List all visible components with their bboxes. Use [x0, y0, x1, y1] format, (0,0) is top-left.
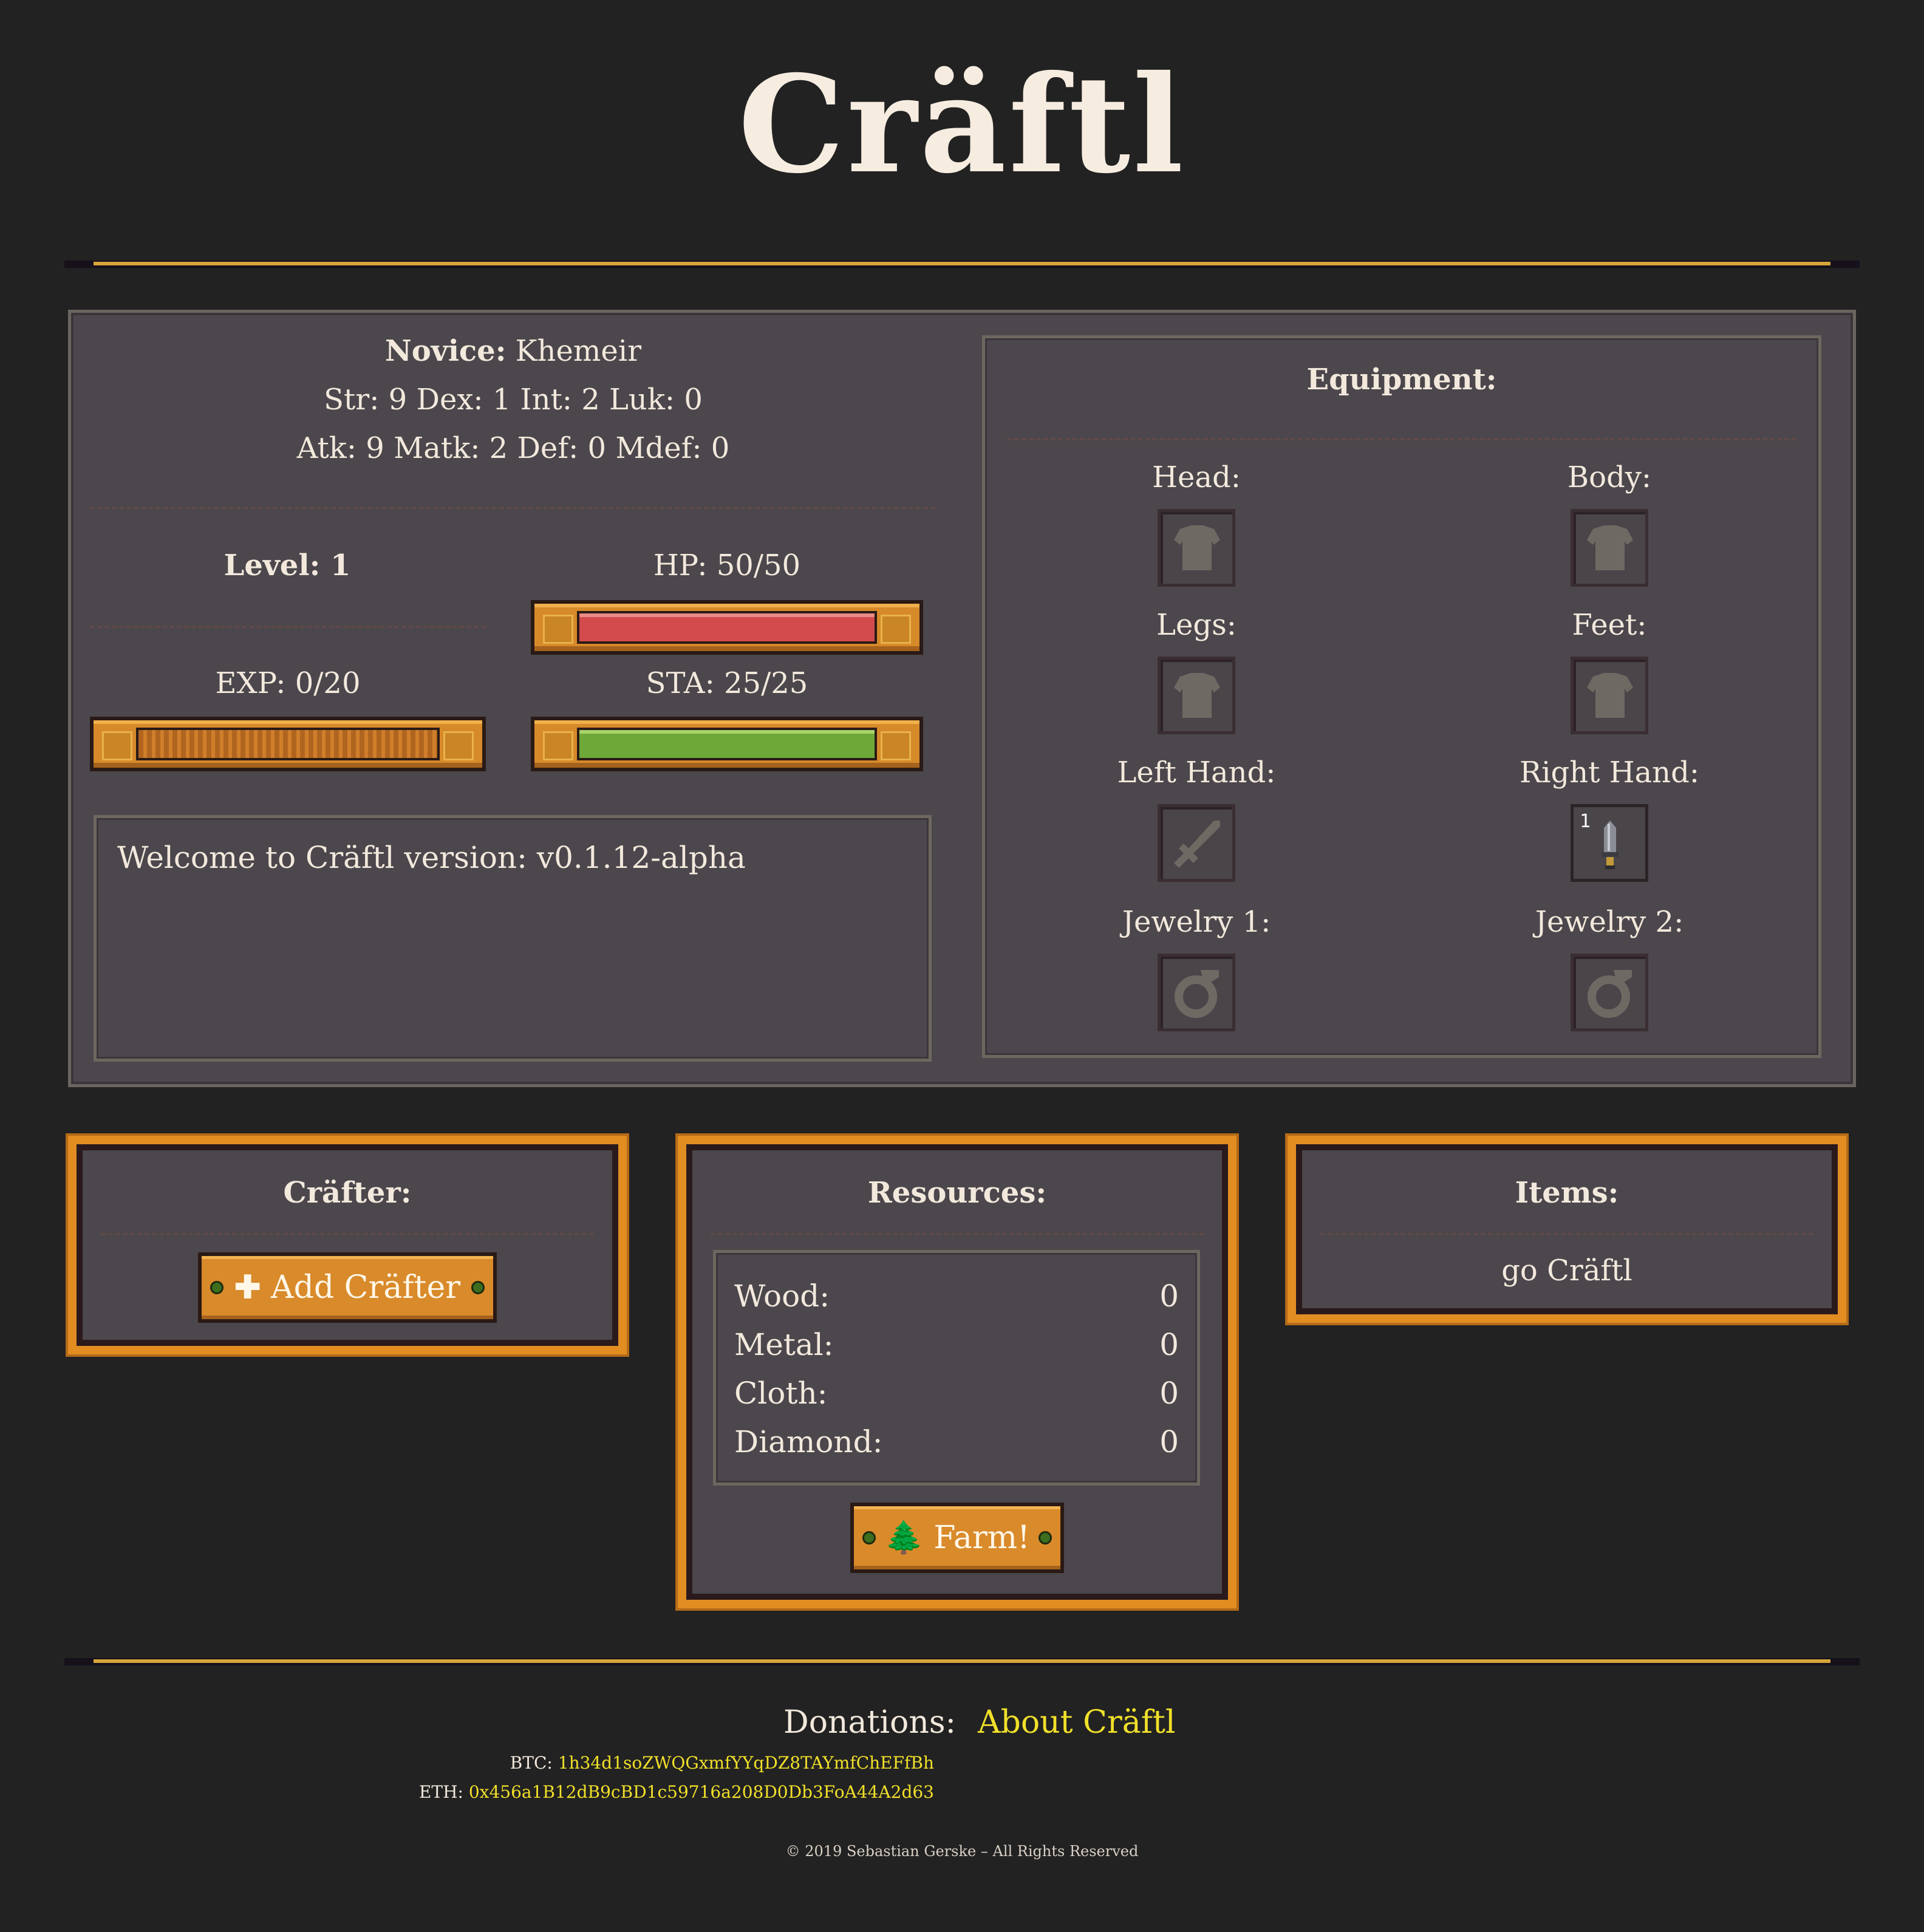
resource-row-wood: Wood: 0 [734, 1278, 1179, 1314]
resource-name: Diamond: [734, 1424, 883, 1459]
equipment-slot-label: Body: [1567, 460, 1652, 494]
items-divider [1320, 1233, 1813, 1238]
farm-button[interactable]: 🌲 Farm! [850, 1503, 1064, 1573]
eth-label: ETH: [418, 1782, 463, 1802]
equipment-slot[interactable] [1158, 804, 1235, 882]
equipment-title: Equipment: [1306, 363, 1497, 397]
resource-value: 0 [1159, 1376, 1179, 1411]
sta-bar [531, 717, 923, 771]
equipment-slot[interactable]: 1 [1571, 804, 1648, 882]
add-crafter-label: Add Cräfter [271, 1269, 461, 1306]
equipment-slot[interactable] [1571, 509, 1648, 587]
equipment-slot-label: Feet: [1572, 608, 1647, 642]
btc-label: BTC: [510, 1753, 553, 1773]
character-name: Khemeir [515, 334, 642, 368]
plus-icon: ✚ [234, 1269, 261, 1306]
resource-name: Metal: [734, 1327, 834, 1362]
resource-row-cloth: Cloth: 0 [734, 1376, 1179, 1411]
eth-address[interactable]: 0x456a1B12dB9cBD1c59716a208D0Db3FoA44A2d… [469, 1782, 934, 1802]
donations-label: Donations: [783, 1704, 957, 1741]
items-card: Items: go Cräftl [1288, 1136, 1846, 1323]
farm-label: Farm! [933, 1520, 1030, 1556]
crafter-title: Cräfter: [283, 1176, 412, 1210]
resource-name: Wood: [734, 1278, 830, 1314]
class-label: Novice: [384, 334, 507, 368]
resource-value: 0 [1159, 1278, 1179, 1314]
app-title: Cräftl [738, 46, 1186, 203]
ring-icon [1175, 970, 1219, 1018]
character-heading: Novice: Khemeir [91, 334, 935, 369]
resources-divider [711, 1233, 1204, 1238]
resource-value: 0 [1159, 1424, 1179, 1459]
sta-label: STA: 25/25 [646, 666, 808, 700]
footer-divider [64, 1658, 1860, 1665]
header-divider [64, 261, 1860, 268]
level-label: Level: 1 [223, 548, 351, 582]
about-link[interactable]: About Cräftl [978, 1704, 1175, 1741]
resource-value: 0 [1159, 1327, 1179, 1362]
combat-stats-line: Atk: 9 Matk: 2 Def: 0 Mdef: 0 [296, 431, 730, 465]
equipment-slot[interactable] [1571, 954, 1648, 1031]
copyright: © 2019 Sebastian Gerske – All Rights Res… [785, 1843, 1139, 1860]
hp-fill [579, 613, 875, 641]
btc-line: BTC: 1h34d1soZWQGxmfYYqDZ8TAYmfChEFfBh [510, 1753, 934, 1773]
armor-icon [1174, 673, 1220, 718]
equipment-divider [1007, 438, 1796, 443]
crafter-divider [101, 1233, 594, 1238]
resource-list: Wood: 0 Metal: 0 Cloth: 0 Diamond: 0 [713, 1250, 1200, 1486]
add-crafter-button[interactable]: ✚ Add Cräfter [198, 1252, 497, 1323]
hp-bar [531, 600, 923, 655]
armor-icon [1174, 525, 1220, 570]
equipment-slot[interactable] [1158, 657, 1235, 734]
level-divider [90, 626, 486, 630]
btc-address[interactable]: 1h34d1soZWQGxmfYYqDZ8TAYmfChEFfBh [558, 1753, 934, 1773]
crafter-card: Cräfter: ✚ Add Cräfter [68, 1136, 627, 1354]
equipment-slot[interactable] [1571, 657, 1648, 734]
exp-bar [90, 717, 486, 771]
equipment-slot-label: Jewelry 1: [1122, 905, 1271, 939]
message-log: Welcome to Cräftl version: v0.1.12-alpha [94, 815, 932, 1062]
item-count: 1 [1580, 811, 1591, 832]
equipment-slot[interactable] [1158, 954, 1235, 1031]
eth-line: ETH: 0x456a1B12dB9cBD1c59716a208D0Db3FoA… [419, 1782, 934, 1802]
resources-title: Resources: [867, 1176, 1047, 1210]
ring-icon [1588, 970, 1632, 1018]
exp-label: EXP: 0/20 [215, 666, 361, 700]
equipment-panel: Equipment: [982, 335, 1821, 1058]
resource-row-metal: Metal: 0 [734, 1327, 1179, 1362]
hp-label: HP: 50/50 [653, 548, 801, 582]
resource-row-diamond: Diamond: 0 [734, 1424, 1179, 1459]
resource-name: Cloth: [734, 1376, 828, 1411]
equipment-slot-label: Legs: [1156, 608, 1237, 642]
armor-icon [1587, 525, 1633, 570]
tree-icon: 🌲 [884, 1520, 924, 1556]
items-title: Items: [1515, 1176, 1619, 1210]
sta-fill [579, 730, 875, 758]
items-message: go Cräftl [1501, 1254, 1632, 1288]
equipment-slot-label: Head: [1152, 460, 1241, 494]
log-message: Welcome to Cräftl version: v0.1.12-alpha [117, 840, 746, 875]
equipment-slot-label: Right Hand: [1520, 756, 1699, 790]
armor-icon [1587, 673, 1633, 718]
equipment-slot[interactable] [1158, 509, 1235, 587]
sword-icon [1174, 821, 1220, 868]
equipment-slot-label: Jewelry 2: [1535, 905, 1684, 939]
stats-line: Str: 9 Dex: 1 Int: 2 Luk: 0 [324, 383, 703, 417]
stats-divider [90, 507, 935, 511]
equipment-slot-label: Left Hand: [1117, 756, 1276, 790]
